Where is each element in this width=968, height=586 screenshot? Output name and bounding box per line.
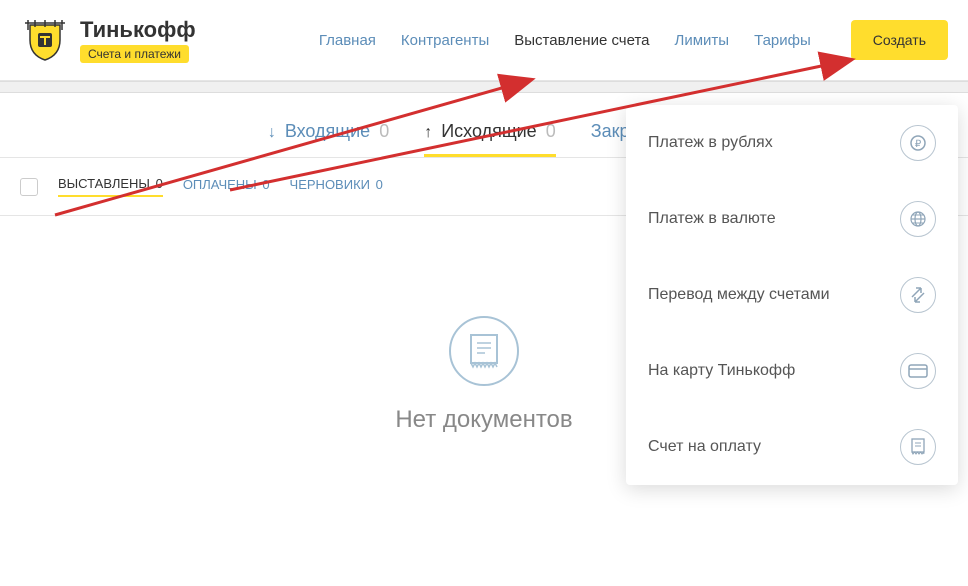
create-dropdown: Платеж в рублях ₽ Платеж в валюте Перево… — [626, 105, 958, 485]
arrow-up-icon: ↑ — [424, 124, 432, 141]
separator-bar — [0, 81, 968, 93]
dropdown-label: Платеж в валюте — [648, 210, 776, 228]
nav-item-limits[interactable]: Лимиты — [675, 32, 730, 49]
dropdown-item-ruble-payment[interactable]: Платеж в рублях ₽ — [626, 105, 958, 181]
filter-issued[interactable]: ВЫСТАВЛЕНЫ 0 — [58, 176, 163, 197]
document-icon — [449, 316, 519, 386]
arrow-down-icon: ↓ — [268, 124, 276, 141]
dropdown-item-currency-payment[interactable]: Платеж в валюте — [626, 181, 958, 257]
filter-label: ВЫСТАВЛЕНЫ — [58, 176, 150, 191]
dropdown-label: Перевод между счетами — [648, 286, 830, 304]
tab-count: 0 — [379, 121, 389, 141]
filter-count: 0 — [156, 176, 163, 191]
brand-name: Тинькофф — [80, 17, 196, 43]
filter-count: 0 — [376, 177, 383, 192]
select-all-checkbox[interactable] — [20, 178, 38, 196]
filter-count: 0 — [262, 177, 269, 192]
nav-item-contractors[interactable]: Контрагенты — [401, 32, 489, 49]
dropdown-item-invoice[interactable]: Счет на оплату — [626, 409, 958, 485]
main-nav: Главная Контрагенты Выставление счета Ли… — [319, 20, 948, 60]
empty-text: Нет документов — [395, 406, 572, 434]
nav-item-invoicing[interactable]: Выставление счета — [514, 32, 649, 49]
dropdown-label: Счет на оплату — [648, 438, 761, 456]
tab-label: Входящие — [285, 121, 370, 141]
card-icon — [900, 353, 936, 389]
create-button[interactable]: Создать — [851, 20, 948, 60]
logo-icon — [20, 15, 70, 65]
dropdown-label: На карту Тинькофф — [648, 362, 795, 380]
tab-incoming[interactable]: ↓ Входящие 0 — [268, 121, 389, 157]
filter-drafts[interactable]: ЧЕРНОВИКИ 0 — [290, 177, 383, 196]
logo-text: Тинькофф Счета и платежи — [80, 17, 196, 63]
svg-text:₽: ₽ — [915, 139, 922, 150]
filter-label: ЧЕРНОВИКИ — [290, 177, 370, 192]
logo-section[interactable]: Тинькофф Счета и платежи — [20, 15, 196, 65]
tab-outgoing[interactable]: ↑ Исходящие 0 — [424, 121, 556, 157]
nav-item-main[interactable]: Главная — [319, 32, 376, 49]
transfer-icon — [900, 277, 936, 313]
filter-paid[interactable]: ОПЛАЧЕНЫ 0 — [183, 177, 270, 196]
ruble-icon: ₽ — [900, 125, 936, 161]
globe-icon — [900, 201, 936, 237]
dropdown-label: Платеж в рублях — [648, 134, 773, 152]
tab-count: 0 — [546, 121, 556, 141]
dropdown-item-transfer[interactable]: Перевод между счетами — [626, 257, 958, 333]
nav-item-tariffs[interactable]: Тарифы — [754, 32, 811, 49]
header: Тинькофф Счета и платежи Главная Контраг… — [0, 0, 968, 81]
dropdown-item-card[interactable]: На карту Тинькофф — [626, 333, 958, 409]
brand-sub: Счета и платежи — [80, 45, 189, 63]
tab-label: Исходящие — [441, 121, 536, 141]
invoice-icon — [900, 429, 936, 465]
filter-label: ОПЛАЧЕНЫ — [183, 177, 257, 192]
